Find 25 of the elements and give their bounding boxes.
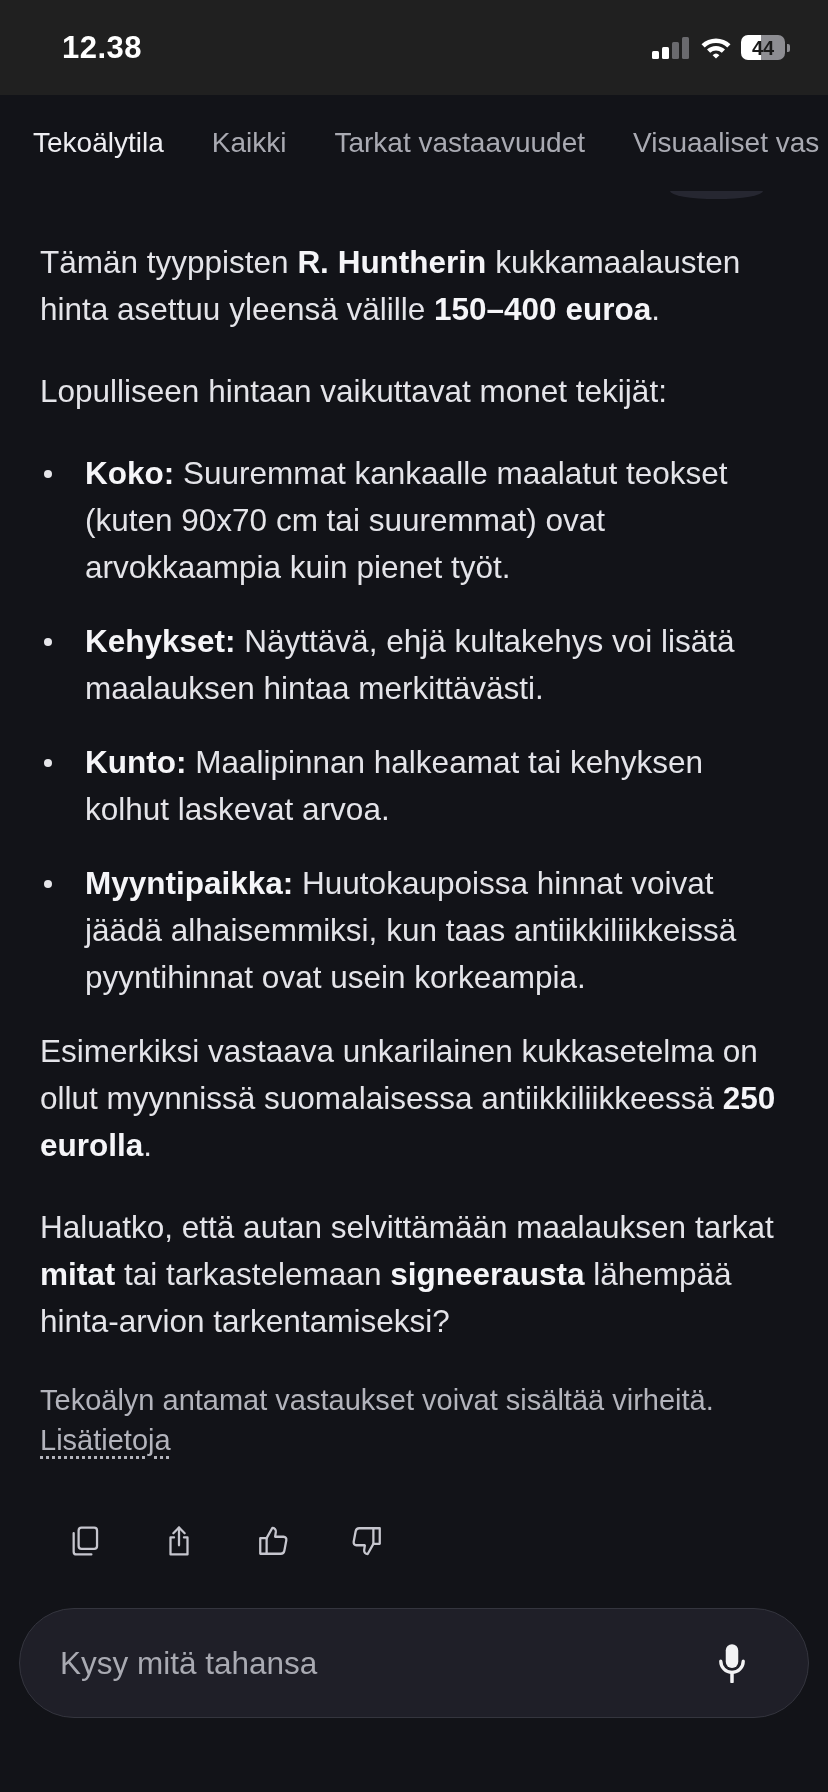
- bullet-icon: [44, 759, 52, 767]
- signal-icon: [652, 36, 691, 59]
- list-item-text: Kehykset: Näyttävä, ehjä kultakehys voi lisätä maalauksen hintaa merkittävästi.: [85, 622, 736, 708]
- list-item-text: Koko: Suuremmat kankaalle maalatut teokset (kuten 90x70 cm tai suuremmat) ovat arvokkaampia kuin pienet työt.: [85, 454, 729, 587]
- learn-more-link[interactable]: Lisätietoja: [40, 1420, 171, 1460]
- list-item-text: Myyntipaikka: Huutokaupoissa hinnat voivat jäädä alhaisemmiksi, kun taas antiikkiliikkeissä pyyntihinnat ovat usein korkeampia.: [85, 864, 738, 997]
- answer-paragraph: Esimerkiksi vastaava unkarilainen kukkasetelma on ollut myynnissä suomalaisessa antiikkiliikkeessä 250 eurolla.: [40, 1032, 777, 1165]
- thumbs-up-icon[interactable]: [256, 1524, 290, 1558]
- wifi-icon: [700, 36, 732, 59]
- filter-tab[interactable]: Kaikki: [211, 127, 287, 159]
- ask-field[interactable]: Kysy mitä tahansa: [19, 1608, 809, 1718]
- status-time: 12.38: [62, 29, 143, 66]
- filter-tab[interactable]: Tekoälytila: [33, 127, 164, 159]
- bullet-icon: [44, 638, 52, 646]
- bullet-icon: [44, 880, 52, 888]
- answer-paragraph: Tämän tyyppisten R. Huntherin kukkamaalausten hinta asettuu yleensä välille 150–400 euroa.: [40, 243, 742, 329]
- list-item-text: Kunto: Maalipinnan halkeamat tai kehyksen kolhut laskevat arvoa.: [85, 743, 704, 829]
- answer-paragraph: Lopulliseen hintaan vaikuttavat monet tekijät:: [40, 372, 668, 411]
- bullet-icon: [44, 470, 52, 478]
- filter-tab[interactable]: Tarkat vastaavuudet: [334, 127, 586, 159]
- microphone-icon[interactable]: [717, 1643, 747, 1683]
- disclaimer-text: Tekoälyn antamat vastaukset voivat sisältää virheitä.: [40, 1383, 714, 1418]
- filter-tab[interactable]: Visuaaliset vas: [633, 127, 820, 159]
- answer-paragraph: Haluatko, että autan selvittämään maalauksen tarkat mitat tai tarkastelemaan signeerausta lähempää hinta-arvion tarkentamiseksi?: [40, 1208, 775, 1341]
- thumbs-down-icon[interactable]: [350, 1524, 384, 1558]
